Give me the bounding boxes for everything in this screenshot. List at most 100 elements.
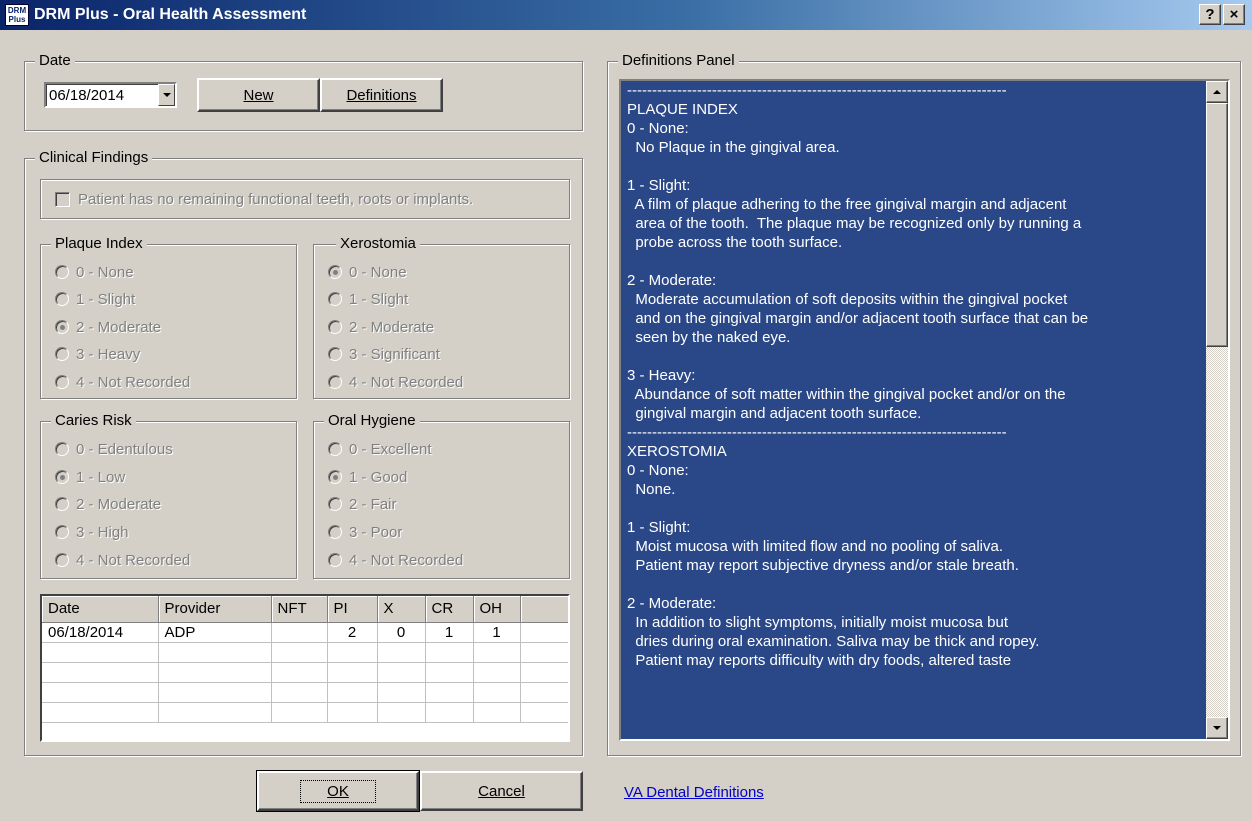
radio-button[interactable] [55,292,69,306]
xerostomia-option[interactable]: 2 - Moderate [328,317,434,337]
xerostomia-option[interactable]: 0 - None [328,262,407,282]
column-header-provider[interactable]: Provider [158,596,272,623]
table-cell[interactable] [520,622,568,643]
table-cell[interactable] [158,702,272,723]
definitions-scrollbar[interactable] [1206,81,1228,739]
radio-button[interactable] [55,497,69,511]
radio-button[interactable] [328,525,342,539]
caries-risk-option[interactable]: 1 - Low [55,467,125,487]
table-cell[interactable] [377,702,426,723]
table-cell[interactable] [327,642,378,663]
table-row[interactable] [42,662,568,683]
table-cell[interactable] [327,662,378,683]
radio-button[interactable] [328,320,342,334]
table-cell[interactable] [327,682,378,703]
column-header-pi[interactable]: PI [327,596,378,623]
ok-button[interactable]: OK [256,770,420,812]
table-cell[interactable] [42,702,159,723]
cancel-button[interactable]: Cancel [420,771,583,811]
table-cell[interactable] [473,682,521,703]
table-cell[interactable] [520,702,568,723]
column-header-nft[interactable]: NFT [271,596,328,623]
table-cell[interactable] [377,662,426,683]
table-cell[interactable]: ADP [158,622,272,643]
oral-hygiene-option[interactable]: 4 - Not Recorded [328,550,463,570]
table-cell[interactable] [42,682,159,703]
column-header-x[interactable]: X [377,596,426,623]
close-button[interactable]: × [1223,4,1245,25]
table-cell[interactable] [425,642,474,663]
date-dropdown[interactable]: 06/18/2014 [44,82,177,108]
assessment-history-table[interactable]: Date Provider NFT PI X CR OH 06/18/2014 … [40,594,570,742]
column-header-oh[interactable]: OH [473,596,521,623]
table-row[interactable] [42,642,568,663]
radio-button[interactable] [328,375,342,389]
scroll-up-button[interactable] [1206,81,1228,103]
scroll-down-button[interactable] [1206,717,1228,739]
table-cell[interactable] [327,702,378,723]
column-header-cr[interactable]: CR [425,596,474,623]
table-cell[interactable] [271,642,328,663]
radio-button[interactable] [55,553,69,567]
caries-risk-option[interactable]: 3 - High [55,522,129,542]
radio-button[interactable] [55,470,69,484]
radio-button[interactable] [55,320,69,334]
table-cell[interactable] [158,642,272,663]
chevron-down-icon[interactable] [158,84,175,106]
radio-button[interactable] [55,347,69,361]
table-cell[interactable] [42,662,159,683]
radio-button[interactable] [328,497,342,511]
table-cell[interactable] [271,702,328,723]
oral-hygiene-option[interactable]: 0 - Excellent [328,439,432,459]
radio-button[interactable] [55,442,69,456]
oral-hygiene-option[interactable]: 1 - Good [328,467,407,487]
table-cell[interactable] [473,662,521,683]
new-button[interactable]: New [197,78,320,112]
table-cell[interactable] [520,682,568,703]
definitions-button[interactable]: Definitions [320,78,443,112]
table-cell[interactable]: 2 [327,622,378,643]
table-cell[interactable]: 1 [473,622,521,643]
va-dental-definitions-link[interactable]: VA Dental Definitions [624,784,764,801]
table-cell[interactable] [473,642,521,663]
xerostomia-option[interactable]: 1 - Slight [328,289,408,309]
radio-button[interactable] [328,553,342,567]
table-cell[interactable]: 0 [377,622,426,643]
oral-hygiene-option[interactable]: 3 - Poor [328,522,402,542]
table-cell[interactable] [158,662,272,683]
no-teeth-checkbox[interactable] [55,192,70,207]
radio-button[interactable] [55,375,69,389]
table-cell[interactable]: 1 [425,622,474,643]
plaque-index-option[interactable]: 1 - Slight [55,289,135,309]
table-cell[interactable] [271,662,328,683]
radio-button[interactable] [55,265,69,279]
no-teeth-checkbox-row[interactable]: Patient has no remaining functional teet… [55,191,473,208]
plaque-index-option[interactable]: 2 - Moderate [55,317,161,337]
xerostomia-option[interactable]: 4 - Not Recorded [328,372,463,392]
radio-button[interactable] [328,442,342,456]
radio-button[interactable] [328,470,342,484]
radio-button[interactable] [328,347,342,361]
table-cell[interactable] [425,682,474,703]
table-cell[interactable] [520,642,568,663]
caries-risk-option[interactable]: 0 - Edentulous [55,439,173,459]
caries-risk-option[interactable]: 2 - Moderate [55,494,161,514]
definitions-text-area[interactable]: ----------------------------------------… [619,79,1230,741]
caries-risk-option[interactable]: 4 - Not Recorded [55,550,190,570]
table-cell[interactable] [473,702,521,723]
help-button[interactable]: ? [1199,4,1221,25]
table-cell[interactable] [377,642,426,663]
radio-button[interactable] [328,292,342,306]
plaque-index-option[interactable]: 4 - Not Recorded [55,372,190,392]
table-cell[interactable] [377,682,426,703]
oral-hygiene-option[interactable]: 2 - Fair [328,494,397,514]
table-cell[interactable] [425,662,474,683]
table-cell[interactable] [42,642,159,663]
table-cell[interactable] [520,662,568,683]
table-cell[interactable] [271,622,328,643]
table-row[interactable]: 06/18/2014 ADP 2 0 1 1 [42,622,568,643]
table-row[interactable] [42,682,568,703]
plaque-index-option[interactable]: 3 - Heavy [55,344,140,364]
plaque-index-option[interactable]: 0 - None [55,262,134,282]
radio-button[interactable] [55,525,69,539]
